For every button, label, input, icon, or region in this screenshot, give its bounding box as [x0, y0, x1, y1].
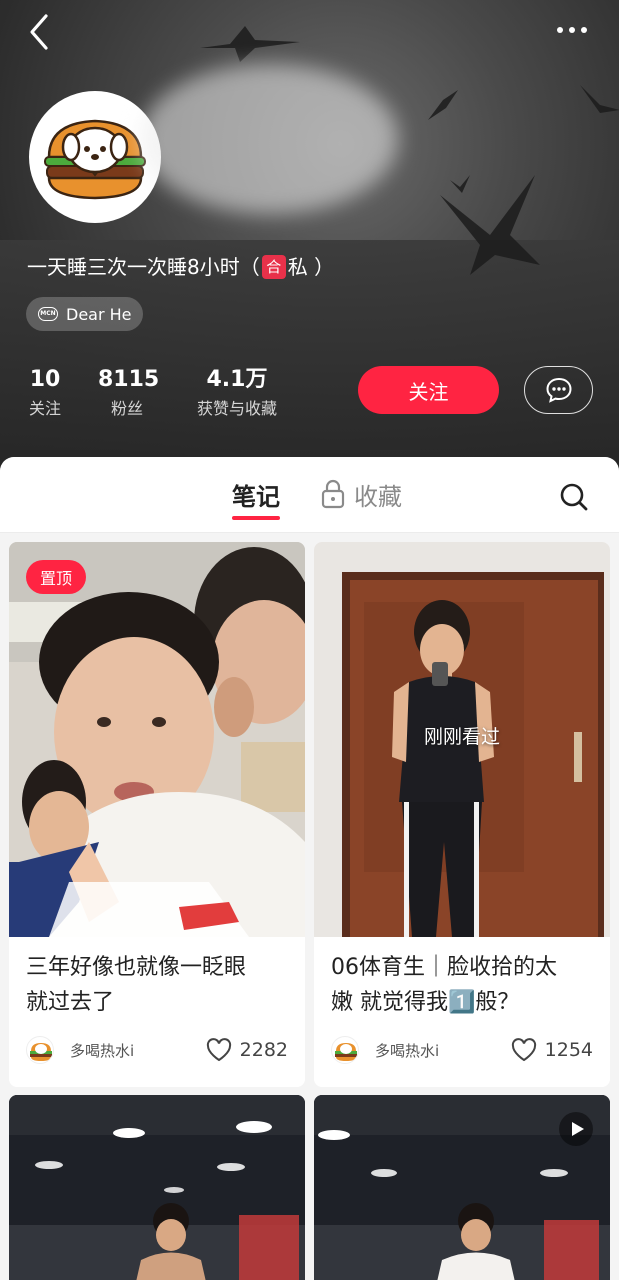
search-button[interactable]	[558, 481, 590, 513]
back-button[interactable]	[22, 12, 58, 52]
note-title-line: 嫩 就觉得我1️⃣般？	[331, 990, 520, 1015]
recently-viewed-label: 刚刚看过	[423, 726, 500, 748]
follow-button[interactable]: 关注	[358, 366, 499, 414]
mcn-icon: MCN	[38, 307, 58, 321]
like-count: 2282	[239, 1039, 288, 1061]
photo-gym-mirror	[9, 1095, 305, 1280]
like-button[interactable]: 2282	[206, 1036, 288, 1064]
burger-dog-avatar-icon	[33, 95, 157, 219]
back-icon	[30, 14, 48, 50]
tab-favorites[interactable]: 收藏	[320, 477, 420, 517]
like-count: 1254	[544, 1039, 593, 1061]
note-author[interactable]: 多喝热水i	[331, 1036, 439, 1064]
burger-dog-avatar-icon	[30, 1043, 52, 1061]
mcn-label: Dear He	[66, 304, 132, 324]
note-card[interactable]: 刚刚看过 06体育生｜脸收拾的太 嫩 就觉得我1️⃣般？ 多喝热水i 1254	[314, 542, 610, 1087]
profile-bio: 一天睡三次一次睡8小时（合私 ）	[27, 252, 334, 282]
like-button[interactable]: 1254	[511, 1036, 593, 1064]
mcn-tag[interactable]: MCN Dear He	[26, 297, 143, 331]
search-icon	[560, 483, 588, 511]
bird-decoration	[580, 85, 619, 113]
chat-bubble-icon	[545, 377, 572, 403]
blurred-username	[140, 64, 398, 214]
heart-icon	[206, 1038, 231, 1062]
stat-likes-label: 获赞与收藏	[196, 399, 277, 418]
more-icon	[557, 27, 587, 33]
tab-bar: 笔记 收藏	[0, 457, 619, 533]
tab-active-indicator	[232, 516, 280, 520]
tab-notes[interactable]: 笔记	[226, 477, 286, 517]
stat-followers-count: 8115	[98, 367, 160, 392]
note-cover-image[interactable]	[314, 1095, 610, 1280]
note-card[interactable]	[9, 1095, 305, 1280]
stat-followers-label: 粉丝	[110, 399, 143, 418]
tab-favorites-label: 收藏	[354, 483, 402, 511]
stat-likes[interactable]: 4.1万 获赞与收藏	[188, 366, 286, 421]
note-card[interactable]	[314, 1095, 610, 1280]
bird-decoration	[450, 175, 470, 193]
note-cover-image[interactable]: 置顶	[9, 542, 305, 937]
author-name: 多喝热水i	[375, 1041, 440, 1060]
burger-dog-avatar-icon	[335, 1043, 357, 1061]
note-title[interactable]: 三年好像也就像一眨眼 就过去了	[26, 950, 296, 1020]
note-cover-image[interactable]: 刚刚看过	[314, 542, 610, 937]
note-author[interactable]: 多喝热水i	[26, 1036, 134, 1064]
video-play-icon	[559, 1112, 593, 1146]
author-name: 多喝热水i	[70, 1041, 135, 1060]
note-title[interactable]: 06体育生｜脸收拾的太 嫩 就觉得我1️⃣般？	[331, 950, 601, 1020]
author-avatar	[331, 1036, 359, 1064]
more-button[interactable]	[552, 20, 592, 40]
profile-header: 一天睡三次一次睡8小时（合私 ） MCN Dear He 10 关注 8115 …	[0, 0, 619, 480]
bird-decoration	[428, 90, 458, 120]
bio-text-end: 私 ）	[287, 255, 335, 279]
bio-text: 一天睡三次一次睡8小时（	[27, 255, 260, 279]
heart-icon	[511, 1038, 536, 1062]
message-button[interactable]	[524, 366, 593, 414]
stat-following-label: 关注	[28, 399, 61, 418]
stat-likes-count: 4.1万	[206, 367, 268, 392]
note-card[interactable]: 置顶 三年好像也就像一眨眼 就过去了 多喝热水i 2282	[9, 542, 305, 1087]
photo-selfie-group	[9, 542, 305, 937]
note-title-line: 就过去了	[26, 990, 115, 1015]
stat-following-count: 10	[29, 367, 61, 392]
bird-decoration	[200, 26, 300, 62]
content-panel: 笔记 收藏 置顶 三年好像也就像一眨眼 就过去了 多喝热水i 2282 刚刚看过…	[0, 457, 619, 1280]
note-title-line: 06体育生｜脸收拾的太	[331, 955, 557, 980]
stat-followers[interactable]: 8115 粉丝	[98, 366, 160, 421]
lock-icon	[321, 479, 345, 509]
pinned-badge: 置顶	[26, 560, 86, 594]
author-avatar	[26, 1036, 54, 1064]
note-title-line: 三年好像也就像一眨眼	[26, 955, 247, 980]
note-cover-image[interactable]	[9, 1095, 305, 1280]
stat-following[interactable]: 10 关注	[26, 366, 64, 421]
avatar[interactable]	[29, 91, 161, 223]
bio-emoji-badge: 合	[261, 255, 286, 279]
